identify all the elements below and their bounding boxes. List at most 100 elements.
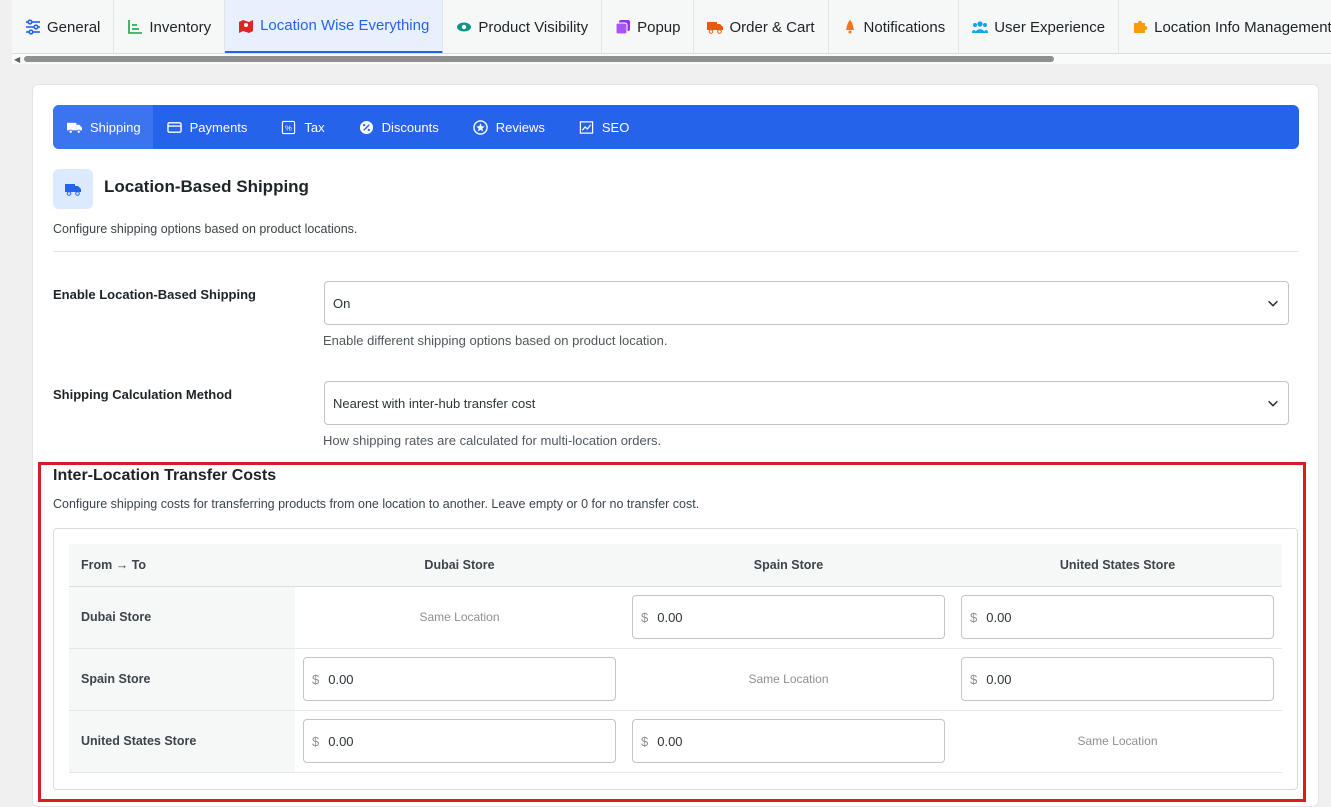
shipping-section-icon bbox=[53, 169, 93, 209]
tab-label: Product Visibility bbox=[478, 18, 589, 36]
tab-order-cart[interactable]: Order & Cart bbox=[694, 0, 829, 53]
same-location-label: Same Location bbox=[748, 672, 829, 686]
cost-input-us-dubai[interactable]: $0.00 bbox=[303, 719, 616, 763]
tab-label: Location Info Management bbox=[1154, 18, 1331, 36]
column-header: Dubai Store bbox=[295, 544, 624, 587]
cost-cell: $0.00 bbox=[295, 648, 624, 711]
tab-notifications[interactable]: Notifications bbox=[829, 0, 960, 53]
cost-value: 0.00 bbox=[657, 609, 683, 625]
card-icon bbox=[166, 121, 182, 133]
transfer-costs-description: Configure shipping costs for transferrin… bbox=[53, 497, 700, 511]
selected-value: On bbox=[333, 295, 351, 311]
chevron-down-icon bbox=[1268, 400, 1278, 407]
subtab-seo[interactable]: SEO bbox=[565, 105, 649, 149]
column-header: Spain Store bbox=[624, 544, 953, 587]
tab-label: General bbox=[47, 18, 101, 36]
cost-input-dubai-spain[interactable]: $0.00 bbox=[632, 595, 945, 639]
chart-icon bbox=[128, 20, 143, 34]
table-row: United States Store $0.00 $0.00 Same Loc… bbox=[69, 710, 1282, 773]
tab-user-experience[interactable]: User Experience bbox=[959, 0, 1120, 53]
cost-cell: $0.00 bbox=[953, 648, 1282, 711]
currency-symbol: $ bbox=[641, 733, 649, 749]
subtab-label: Shipping bbox=[90, 119, 141, 135]
cost-cell: $0.00 bbox=[295, 710, 624, 773]
scrollbar-thumb[interactable] bbox=[24, 56, 1054, 62]
bell-icon bbox=[845, 20, 854, 34]
subtab-label: Reviews bbox=[495, 119, 545, 135]
cost-input-spain-us[interactable]: $0.00 bbox=[961, 657, 1274, 701]
percent-icon: % bbox=[282, 120, 296, 134]
subtab-payments[interactable]: Payments bbox=[153, 105, 268, 149]
sub-tab-bar: Shipping Payments % Tax Discounts Review… bbox=[53, 105, 1299, 149]
subtab-discounts[interactable]: Discounts bbox=[345, 105, 459, 149]
same-location-cell: Same Location bbox=[295, 586, 624, 649]
table-row: Spain Store $0.00 Same Location $0.00 bbox=[69, 648, 1282, 711]
section-description: Configure shipping options based on prod… bbox=[53, 222, 358, 236]
star-icon bbox=[472, 119, 488, 135]
cost-value: 0.00 bbox=[986, 671, 1012, 687]
subtab-label: Payments bbox=[189, 119, 248, 135]
chevron-down-icon bbox=[1268, 300, 1278, 307]
enable-shipping-select[interactable]: On bbox=[324, 281, 1289, 325]
badge-percent-icon bbox=[359, 120, 373, 134]
same-location-cell: Same Location bbox=[953, 710, 1282, 773]
currency-symbol: $ bbox=[970, 671, 978, 687]
tab-location-info-management[interactable]: Location Info Management bbox=[1119, 0, 1331, 53]
table-header-row: From → To Dubai Store Spain Store United… bbox=[69, 544, 1282, 587]
tab-label: Inventory bbox=[149, 18, 212, 36]
cost-input-spain-dubai[interactable]: $0.00 bbox=[303, 657, 616, 701]
cost-value: 0.00 bbox=[986, 609, 1012, 625]
currency-symbol: $ bbox=[312, 671, 320, 687]
cost-cell: $0.00 bbox=[624, 586, 953, 649]
cost-cell: $0.00 bbox=[953, 586, 1282, 649]
subtab-label: Discounts bbox=[381, 119, 439, 135]
column-header: United States Store bbox=[953, 544, 1282, 587]
svg-text:%: % bbox=[286, 123, 293, 132]
truck-icon bbox=[707, 22, 724, 34]
horizontal-scrollbar[interactable]: ◀ bbox=[12, 54, 1331, 64]
subtab-shipping[interactable]: Shipping bbox=[53, 105, 153, 149]
cost-input-us-spain[interactable]: $0.00 bbox=[632, 719, 945, 763]
currency-symbol: $ bbox=[970, 609, 978, 625]
main-tab-bar: General Inventory Location Wise Everythi… bbox=[12, 0, 1331, 54]
tab-label: Order & Cart bbox=[729, 18, 815, 36]
cost-input-dubai-us[interactable]: $0.00 bbox=[961, 595, 1274, 639]
table-row: Dubai Store Same Location $0.00 $0.00 bbox=[69, 586, 1282, 649]
sliders-icon bbox=[26, 19, 40, 35]
truck-icon bbox=[65, 184, 81, 196]
same-location-cell: Same Location bbox=[624, 648, 953, 711]
same-location-label: Same Location bbox=[1077, 734, 1158, 748]
transfer-matrix-container: From → To Dubai Store Spain Store United… bbox=[53, 528, 1298, 790]
row-header: Dubai Store bbox=[69, 586, 295, 649]
corner-header: From → To bbox=[69, 544, 295, 587]
tab-popup[interactable]: Popup bbox=[602, 0, 695, 53]
calc-method-help: How shipping rates are calculated for mu… bbox=[323, 433, 662, 448]
tab-product-visibility[interactable]: Product Visibility bbox=[443, 0, 603, 53]
same-location-label: Same Location bbox=[419, 610, 500, 624]
subtab-reviews[interactable]: Reviews bbox=[459, 105, 565, 149]
scroll-left-icon[interactable]: ◀ bbox=[14, 55, 20, 64]
map-icon bbox=[239, 19, 254, 33]
users-icon bbox=[972, 21, 989, 33]
section-title: Location-Based Shipping bbox=[104, 177, 309, 196]
cost-cell: $0.00 bbox=[624, 710, 953, 773]
transfer-cost-table: From → To Dubai Store Spain Store United… bbox=[69, 544, 1282, 773]
enable-shipping-label: Enable Location-Based Shipping bbox=[53, 287, 256, 302]
currency-symbol: $ bbox=[312, 733, 320, 749]
settings-card: Shipping Payments % Tax Discounts Review… bbox=[32, 84, 1319, 807]
transfer-costs-title: Inter-Location Transfer Costs bbox=[53, 467, 277, 484]
subtab-tax[interactable]: % Tax bbox=[267, 105, 344, 149]
selected-value: Nearest with inter-hub transfer cost bbox=[333, 395, 536, 411]
truck-icon bbox=[67, 122, 82, 134]
cost-value: 0.00 bbox=[328, 671, 354, 687]
eye-icon bbox=[457, 22, 472, 32]
popup-icon bbox=[615, 20, 631, 35]
currency-symbol: $ bbox=[641, 609, 649, 625]
subtab-label: SEO bbox=[601, 119, 630, 135]
tab-general[interactable]: General bbox=[12, 0, 115, 53]
tab-location-wise-everything[interactable]: Location Wise Everything bbox=[225, 0, 444, 53]
calc-method-select[interactable]: Nearest with inter-hub transfer cost bbox=[324, 381, 1289, 425]
tab-inventory[interactable]: Inventory bbox=[114, 0, 226, 53]
tab-label: Notifications bbox=[863, 18, 946, 36]
row-header: Spain Store bbox=[69, 648, 295, 711]
